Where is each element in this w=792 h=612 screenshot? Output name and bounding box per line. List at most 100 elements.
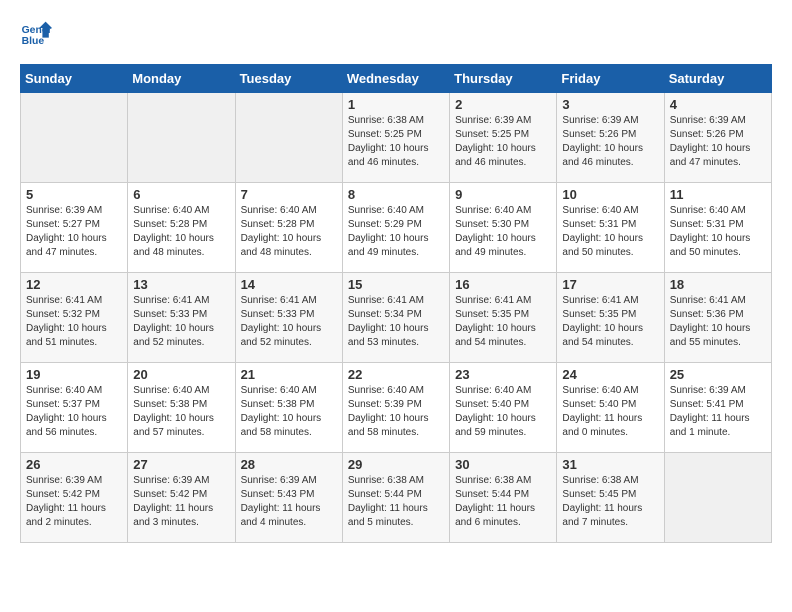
calendar-cell: 2 Sunrise: 6:39 AM Sunset: 5:25 PM Daylig… (450, 93, 557, 183)
calendar-cell: 27 Sunrise: 6:39 AM Sunset: 5:42 PM Dayli… (128, 453, 235, 543)
calendar-cell: 24 Sunrise: 6:40 AM Sunset: 5:40 PM Dayli… (557, 363, 664, 453)
calendar-header-sunday: Sunday (21, 65, 128, 93)
day-number: 18 (670, 277, 766, 292)
day-number: 15 (348, 277, 444, 292)
logo: General Blue (20, 20, 52, 48)
calendar-cell: 28 Sunrise: 6:39 AM Sunset: 5:43 PM Dayli… (235, 453, 342, 543)
calendar-cell: 1Sunrise: 6:38 AM Sunset: 5:25 PM Daylig… (342, 93, 449, 183)
calendar-cell: 22 Sunrise: 6:40 AM Sunset: 5:39 PM Dayli… (342, 363, 449, 453)
calendar-cell: 12 Sunrise: 6:41 AM Sunset: 5:32 PM Dayli… (21, 273, 128, 363)
day-number: 7 (241, 187, 337, 202)
day-number: 12 (26, 277, 122, 292)
day-info: Sunrise: 6:39 AM Sunset: 5:42 PM Dayligh… (133, 474, 229, 530)
day-info: Sunrise: 6:39 AM Sunset: 5:26 PM Dayligh… (562, 114, 658, 170)
day-number: 25 (670, 367, 766, 382)
calendar-cell: 31 Sunrise: 6:38 AM Sunset: 5:45 PM Dayli… (557, 453, 664, 543)
day-number: 11 (670, 187, 766, 202)
calendar-header-wednesday: Wednesday (342, 65, 449, 93)
calendar-cell: 5 Sunrise: 6:39 AM Sunset: 5:27 PM Daylig… (21, 183, 128, 273)
logo-icon: General Blue (20, 20, 52, 48)
calendar-cell: 6 Sunrise: 6:40 AM Sunset: 5:28 PM Daylig… (128, 183, 235, 273)
calendar-cell: 4 Sunrise: 6:39 AM Sunset: 5:26 PM Daylig… (664, 93, 771, 183)
day-number: 2 (455, 97, 551, 112)
day-number: 16 (455, 277, 551, 292)
day-number: 22 (348, 367, 444, 382)
day-number: 13 (133, 277, 229, 292)
calendar-cell: 7 Sunrise: 6:40 AM Sunset: 5:28 PM Daylig… (235, 183, 342, 273)
day-info: Sunrise: 6:40 AM Sunset: 5:31 PM Dayligh… (562, 204, 658, 260)
calendar-cell: 13 Sunrise: 6:41 AM Sunset: 5:33 PM Dayli… (128, 273, 235, 363)
day-number: 27 (133, 457, 229, 472)
day-info: Sunrise: 6:39 AM Sunset: 5:43 PM Dayligh… (241, 474, 337, 530)
day-number: 10 (562, 187, 658, 202)
day-number: 26 (26, 457, 122, 472)
day-info: Sunrise: 6:40 AM Sunset: 5:38 PM Dayligh… (133, 384, 229, 440)
day-number: 19 (26, 367, 122, 382)
day-number: 5 (26, 187, 122, 202)
calendar-week-row: 19 Sunrise: 6:40 AM Sunset: 5:37 PM Dayli… (21, 363, 772, 453)
calendar-cell (128, 93, 235, 183)
calendar-header-saturday: Saturday (664, 65, 771, 93)
calendar-cell (235, 93, 342, 183)
day-info: Sunrise: 6:39 AM Sunset: 5:25 PM Dayligh… (455, 114, 551, 170)
day-number: 29 (348, 457, 444, 472)
calendar-cell: 3 Sunrise: 6:39 AM Sunset: 5:26 PM Daylig… (557, 93, 664, 183)
day-number: 24 (562, 367, 658, 382)
day-info: Sunrise: 6:40 AM Sunset: 5:37 PM Dayligh… (26, 384, 122, 440)
day-info: Sunrise: 6:39 AM Sunset: 5:41 PM Dayligh… (670, 384, 766, 440)
day-number: 4 (670, 97, 766, 112)
calendar-cell: 25 Sunrise: 6:39 AM Sunset: 5:41 PM Dayli… (664, 363, 771, 453)
calendar-cell: 18 Sunrise: 6:41 AM Sunset: 5:36 PM Dayli… (664, 273, 771, 363)
day-info: Sunrise: 6:41 AM Sunset: 5:32 PM Dayligh… (26, 294, 122, 350)
day-info: Sunrise: 6:41 AM Sunset: 5:33 PM Dayligh… (133, 294, 229, 350)
day-number: 20 (133, 367, 229, 382)
day-info: Sunrise: 6:40 AM Sunset: 5:40 PM Dayligh… (562, 384, 658, 440)
calendar-header-monday: Monday (128, 65, 235, 93)
calendar-cell: 26Sunrise: 6:39 AM Sunset: 5:42 PM Dayli… (21, 453, 128, 543)
day-number: 14 (241, 277, 337, 292)
day-info: Sunrise: 6:41 AM Sunset: 5:34 PM Dayligh… (348, 294, 444, 350)
day-number: 30 (455, 457, 551, 472)
svg-text:Blue: Blue (22, 36, 45, 47)
day-info: Sunrise: 6:40 AM Sunset: 5:39 PM Dayligh… (348, 384, 444, 440)
calendar-cell: 29Sunrise: 6:38 AM Sunset: 5:44 PM Dayli… (342, 453, 449, 543)
day-info: Sunrise: 6:40 AM Sunset: 5:31 PM Dayligh… (670, 204, 766, 260)
day-info: Sunrise: 6:38 AM Sunset: 5:44 PM Dayligh… (455, 474, 551, 530)
calendar-cell (664, 453, 771, 543)
day-number: 23 (455, 367, 551, 382)
day-number: 9 (455, 187, 551, 202)
calendar-cell: 10 Sunrise: 6:40 AM Sunset: 5:31 PM Dayli… (557, 183, 664, 273)
calendar-week-row: 1Sunrise: 6:38 AM Sunset: 5:25 PM Daylig… (21, 93, 772, 183)
calendar-cell (21, 93, 128, 183)
calendar-cell: 16 Sunrise: 6:41 AM Sunset: 5:35 PM Dayli… (450, 273, 557, 363)
calendar-cell: 19 Sunrise: 6:40 AM Sunset: 5:37 PM Dayli… (21, 363, 128, 453)
day-info: Sunrise: 6:40 AM Sunset: 5:28 PM Dayligh… (133, 204, 229, 260)
day-info: Sunrise: 6:40 AM Sunset: 5:28 PM Dayligh… (241, 204, 337, 260)
calendar-cell: 8 Sunrise: 6:40 AM Sunset: 5:29 PM Daylig… (342, 183, 449, 273)
day-info: Sunrise: 6:39 AM Sunset: 5:26 PM Dayligh… (670, 114, 766, 170)
day-number: 8 (348, 187, 444, 202)
calendar-header-row: SundayMondayTuesdayWednesdayThursdayFrid… (21, 65, 772, 93)
day-number: 31 (562, 457, 658, 472)
day-info: Sunrise: 6:38 AM Sunset: 5:25 PM Dayligh… (348, 114, 444, 170)
day-info: Sunrise: 6:40 AM Sunset: 5:40 PM Dayligh… (455, 384, 551, 440)
calendar-cell: 23 Sunrise: 6:40 AM Sunset: 5:40 PM Dayli… (450, 363, 557, 453)
calendar-cell: 11 Sunrise: 6:40 AM Sunset: 5:31 PM Dayli… (664, 183, 771, 273)
calendar-table: SundayMondayTuesdayWednesdayThursdayFrid… (20, 64, 772, 543)
day-number: 3 (562, 97, 658, 112)
day-info: Sunrise: 6:39 AM Sunset: 5:27 PM Dayligh… (26, 204, 122, 260)
calendar-cell: 20 Sunrise: 6:40 AM Sunset: 5:38 PM Dayli… (128, 363, 235, 453)
day-number: 6 (133, 187, 229, 202)
calendar-week-row: 5 Sunrise: 6:39 AM Sunset: 5:27 PM Daylig… (21, 183, 772, 273)
day-info: Sunrise: 6:41 AM Sunset: 5:36 PM Dayligh… (670, 294, 766, 350)
calendar-cell: 21Sunrise: 6:40 AM Sunset: 5:38 PM Dayli… (235, 363, 342, 453)
day-info: Sunrise: 6:40 AM Sunset: 5:38 PM Dayligh… (241, 384, 337, 440)
day-number: 28 (241, 457, 337, 472)
day-info: Sunrise: 6:41 AM Sunset: 5:35 PM Dayligh… (455, 294, 551, 350)
calendar-header-tuesday: Tuesday (235, 65, 342, 93)
day-info: Sunrise: 6:40 AM Sunset: 5:29 PM Dayligh… (348, 204, 444, 260)
calendar-cell: 14 Sunrise: 6:41 AM Sunset: 5:33 PM Dayli… (235, 273, 342, 363)
day-info: Sunrise: 6:38 AM Sunset: 5:45 PM Dayligh… (562, 474, 658, 530)
calendar-cell: 17Sunrise: 6:41 AM Sunset: 5:35 PM Dayli… (557, 273, 664, 363)
day-info: Sunrise: 6:41 AM Sunset: 5:33 PM Dayligh… (241, 294, 337, 350)
